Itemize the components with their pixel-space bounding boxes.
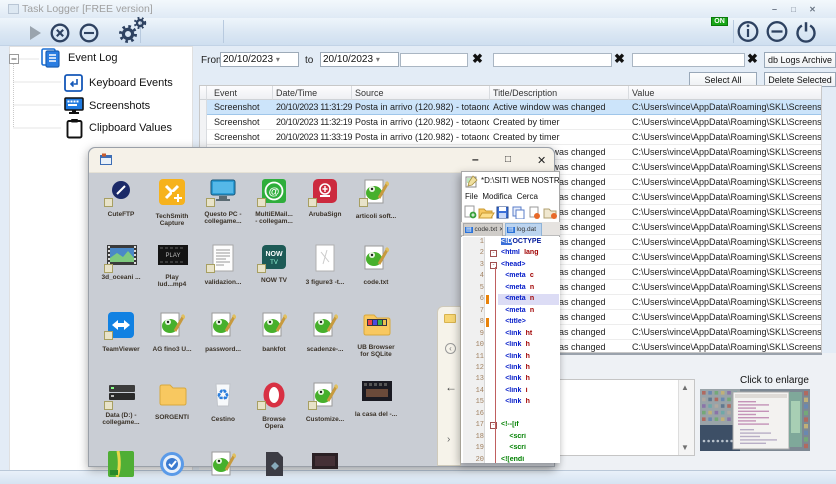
svg-text:PLAY: PLAY <box>166 253 181 259</box>
svg-text:@: @ <box>269 186 280 198</box>
svg-text:NOW: NOW <box>265 251 283 258</box>
svg-text:TV: TV <box>270 260 278 266</box>
svg-text:♻: ♻ <box>216 387 229 404</box>
